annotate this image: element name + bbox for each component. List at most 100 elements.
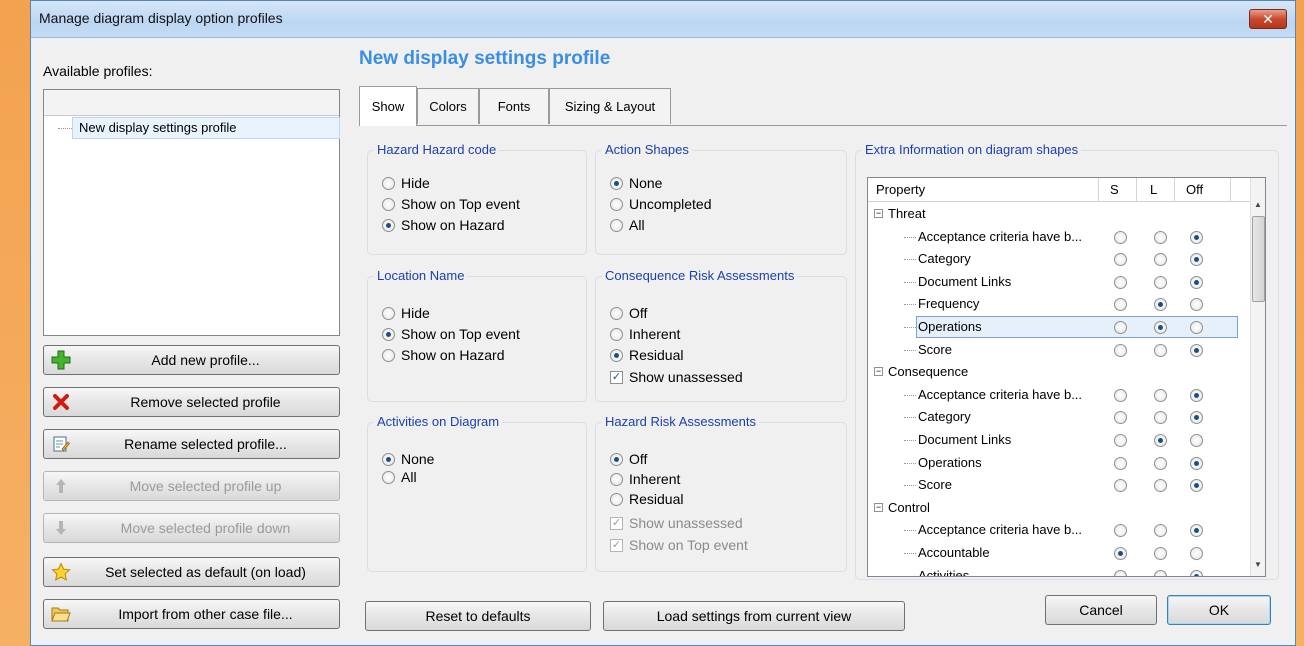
tab-show[interactable]: Show [359, 86, 417, 126]
profile-item[interactable]: New display settings profile [72, 117, 340, 139]
s-radio[interactable] [1114, 434, 1127, 447]
l-radio[interactable] [1154, 275, 1167, 289]
hazard-code-hide-radio[interactable]: Hide [382, 175, 430, 191]
tab-fonts[interactable]: Fonts [479, 88, 549, 124]
l-radio[interactable] [1154, 388, 1167, 402]
l-radio[interactable] [1154, 547, 1167, 560]
off-radio[interactable] [1190, 253, 1203, 267]
off-radio[interactable] [1190, 547, 1203, 560]
l-radio[interactable] [1154, 434, 1167, 447]
profiles-list[interactable]: New display settings profile [43, 89, 340, 336]
off-radio[interactable] [1190, 434, 1203, 447]
consequence-inherent-radio[interactable]: Inherent [610, 326, 680, 342]
s-radio[interactable] [1114, 547, 1127, 560]
close-button[interactable]: ✕ [1249, 9, 1287, 29]
tree-property-row[interactable]: Accountable [868, 542, 1252, 564]
collapse-icon[interactable]: − [874, 209, 883, 218]
l-radio[interactable] [1154, 456, 1167, 470]
off-radio[interactable] [1190, 321, 1203, 334]
tree-property-row[interactable]: Document Links [868, 271, 1252, 293]
off-radio[interactable] [1190, 275, 1203, 289]
off-radio[interactable] [1190, 230, 1203, 244]
l-radio[interactable] [1154, 343, 1167, 357]
tree-property-row[interactable]: Document Links [868, 429, 1252, 451]
cancel-button[interactable]: Cancel [1045, 595, 1157, 625]
s-radio[interactable] [1114, 569, 1127, 576]
vertical-scrollbar[interactable]: ▲ ▼ [1250, 178, 1265, 576]
s-radio[interactable] [1114, 230, 1127, 244]
l-radio[interactable] [1154, 298, 1167, 312]
reset-defaults-button[interactable]: Reset to defaults [365, 601, 591, 631]
hazard-code-hazard-radio[interactable]: Show on Hazard [382, 217, 505, 233]
tree-property-row[interactable]: Score [868, 474, 1252, 496]
off-radio[interactable] [1190, 411, 1203, 425]
s-radio[interactable] [1114, 411, 1127, 425]
hazard-code-top-event-radio[interactable]: Show on Top event [382, 196, 520, 212]
move-up-button[interactable]: Move selected profile up [43, 471, 340, 501]
l-radio[interactable] [1154, 230, 1167, 244]
s-radio[interactable] [1114, 479, 1127, 493]
column-off[interactable]: Off [1186, 182, 1203, 197]
s-radio[interactable] [1114, 456, 1127, 470]
tree-property-row[interactable]: Category [868, 248, 1252, 270]
tree-group-row[interactable]: − Control [868, 497, 1252, 519]
l-radio[interactable] [1154, 569, 1167, 576]
s-radio[interactable] [1114, 524, 1127, 538]
l-radio[interactable] [1154, 524, 1167, 538]
tree-property-row[interactable]: Score [868, 339, 1252, 361]
off-radio[interactable] [1190, 388, 1203, 402]
off-radio[interactable] [1190, 479, 1203, 493]
collapse-icon[interactable]: − [874, 502, 883, 512]
import-profile-button[interactable]: Import from other case file... [43, 599, 340, 629]
s-radio[interactable] [1114, 275, 1127, 289]
scroll-down-icon[interactable]: ▼ [1254, 560, 1262, 569]
column-property[interactable]: Property [876, 182, 925, 197]
activities-none-radio[interactable]: None [382, 451, 434, 467]
tree-property-row[interactable]: Operations [868, 316, 1252, 338]
s-radio[interactable] [1114, 388, 1127, 402]
tree-property-row[interactable]: Acceptance criteria have b... [868, 384, 1252, 406]
hazard-risk-inherent-radio[interactable]: Inherent [610, 471, 680, 487]
off-radio[interactable] [1190, 456, 1203, 470]
action-shapes-uncompleted-radio[interactable]: Uncompleted [610, 196, 712, 212]
load-settings-button[interactable]: Load settings from current view [603, 601, 905, 631]
column-l[interactable]: L [1150, 182, 1157, 197]
extra-info-tree[interactable]: Property S L Off − Threat Acceptance crite… [867, 177, 1266, 577]
add-profile-button[interactable]: Add new profile... [43, 345, 340, 375]
hazard-risk-residual-radio[interactable]: Residual [610, 491, 683, 507]
tree-property-row[interactable]: Acceptance criteria have b... [868, 519, 1252, 541]
scroll-thumb[interactable] [1252, 216, 1265, 302]
tree-property-row[interactable]: Acceptance criteria have b... [868, 226, 1252, 248]
tree-property-row[interactable]: Category [868, 406, 1252, 428]
move-down-button[interactable]: Move selected profile down [43, 513, 340, 543]
location-hazard-radio[interactable]: Show on Hazard [382, 347, 505, 363]
s-radio[interactable] [1114, 253, 1127, 267]
tree-property-row[interactable]: Frequency [868, 293, 1252, 315]
off-radio[interactable] [1190, 569, 1203, 576]
tree-group-row[interactable]: − Threat [868, 203, 1252, 225]
title-bar[interactable]: Manage diagram display option profiles ✕ [31, 1, 1295, 38]
consequence-show-unassessed-checkbox[interactable]: ✓ Show unassessed [610, 369, 743, 385]
rename-profile-button[interactable]: Rename selected profile... [43, 429, 340, 459]
collapse-icon[interactable]: − [874, 367, 883, 377]
off-radio[interactable] [1190, 524, 1203, 538]
l-radio[interactable] [1154, 321, 1167, 334]
hazard-risk-show-top-event-checkbox[interactable]: ✓ Show on Top event [610, 537, 748, 553]
ok-button[interactable]: OK [1167, 595, 1271, 625]
remove-profile-button[interactable]: Remove selected profile [43, 387, 340, 417]
location-top-event-radio[interactable]: Show on Top event [382, 326, 520, 342]
consequence-residual-radio[interactable]: Residual [610, 347, 683, 363]
hazard-risk-show-unassessed-checkbox[interactable]: ✓ Show unassessed [610, 515, 743, 531]
action-shapes-all-radio[interactable]: All [610, 217, 645, 233]
tree-group-row[interactable]: − Consequence [868, 361, 1252, 383]
off-radio[interactable] [1190, 298, 1203, 312]
l-radio[interactable] [1154, 411, 1167, 425]
consequence-off-radio[interactable]: Off [610, 305, 647, 321]
set-default-button[interactable]: Set selected as default (on load) [43, 557, 340, 587]
tree-property-row[interactable]: Operations [868, 452, 1252, 474]
tab-sizing-layout[interactable]: Sizing & Layout [549, 88, 671, 124]
s-radio[interactable] [1114, 298, 1127, 312]
activities-all-radio[interactable]: All [382, 469, 417, 485]
action-shapes-none-radio[interactable]: None [610, 175, 662, 191]
s-radio[interactable] [1114, 343, 1127, 357]
